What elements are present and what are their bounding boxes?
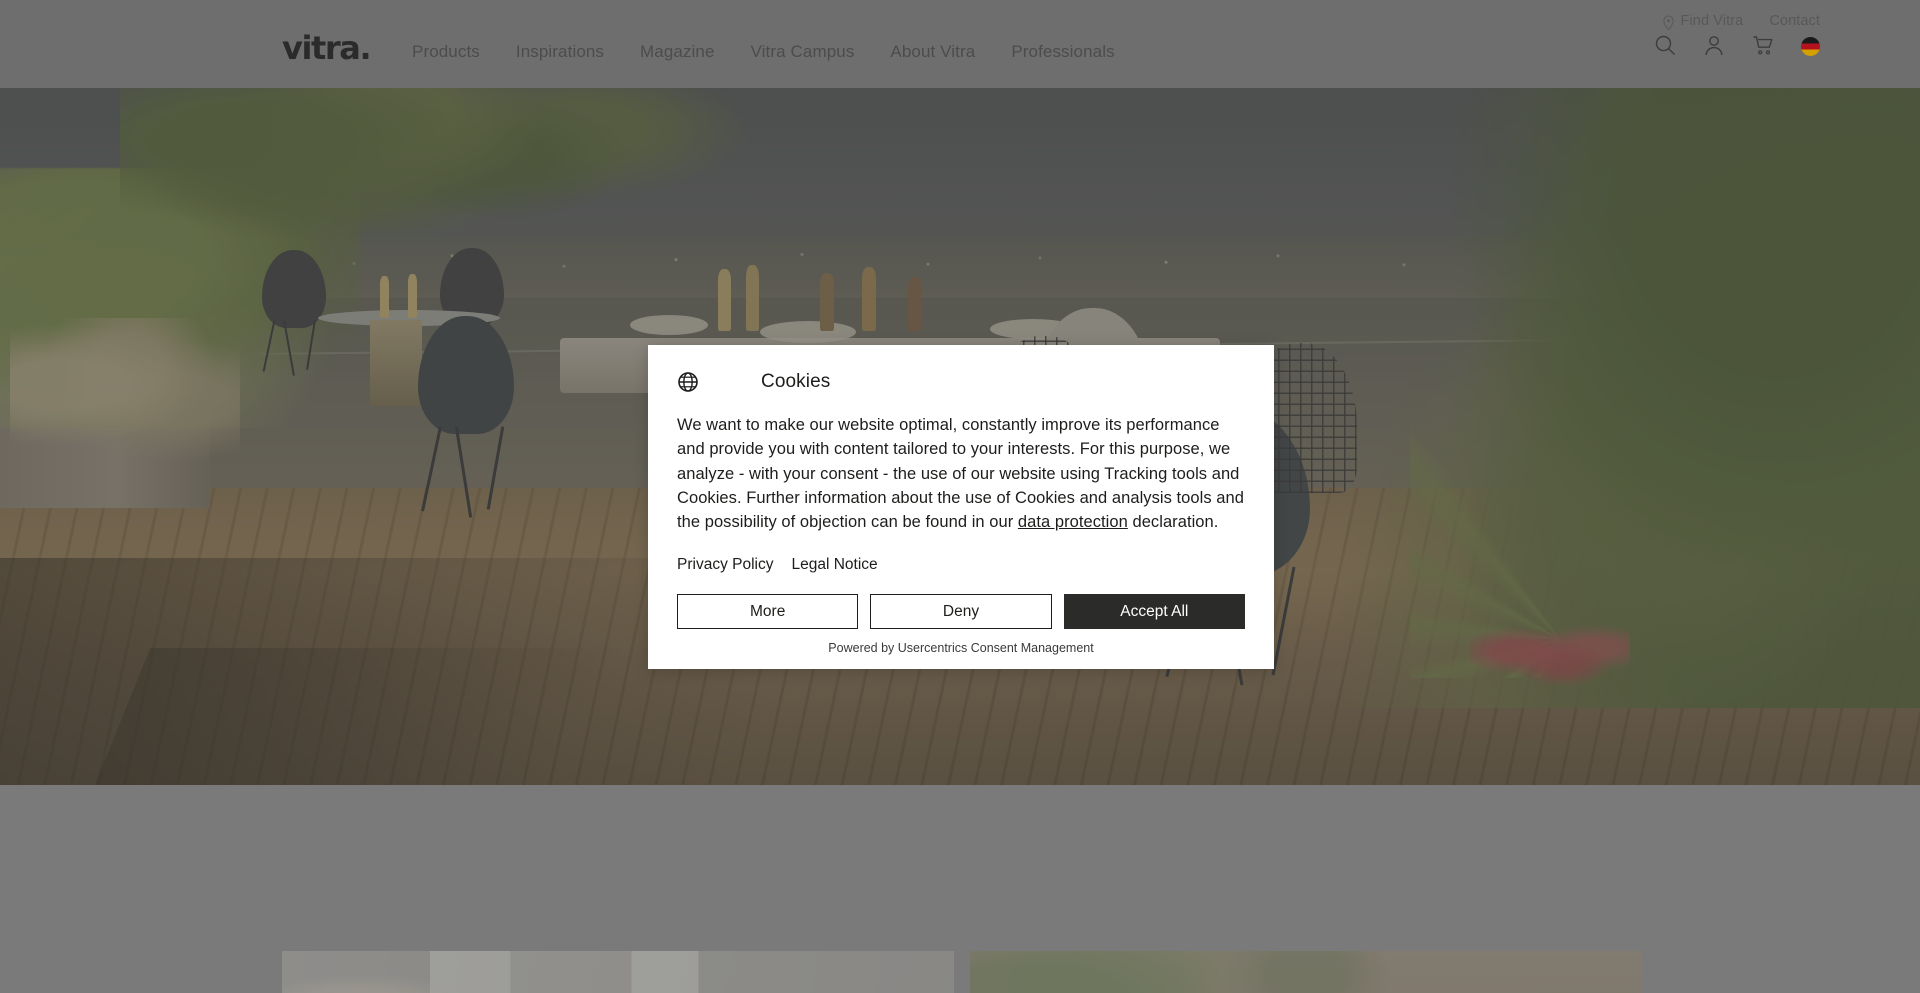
cookie-description-text-end: declaration. — [1127, 513, 1219, 531]
globe-icon — [677, 371, 699, 393]
cookie-dialog-description: We want to make our website optimal, con… — [672, 413, 1250, 534]
cookie-dialog-actions: More Deny Accept All — [672, 594, 1250, 630]
cookie-dialog-legal-links: Privacy Policy Legal Notice — [672, 556, 1250, 574]
more-button[interactable]: More — [677, 594, 859, 630]
legal-notice-link[interactable]: Legal Notice — [791, 556, 877, 574]
cookie-dialog-powered-by: Powered by Usercentrics Consent Manageme… — [828, 641, 1094, 656]
privacy-policy-link[interactable]: Privacy Policy — [677, 556, 773, 574]
cookie-dialog-header: Cookies — [672, 371, 1250, 393]
cookie-consent-dialog: Cookies We want to make our website opti… — [648, 345, 1274, 670]
data-protection-link[interactable]: data protection — [1018, 513, 1128, 531]
cookie-dialog-title: Cookies — [761, 371, 831, 392]
deny-button[interactable]: Deny — [870, 594, 1052, 630]
accept-all-button[interactable]: Accept All — [1063, 594, 1245, 630]
page-root: Find Vitra Contact vitra. Products Inspi… — [0, 0, 1920, 993]
